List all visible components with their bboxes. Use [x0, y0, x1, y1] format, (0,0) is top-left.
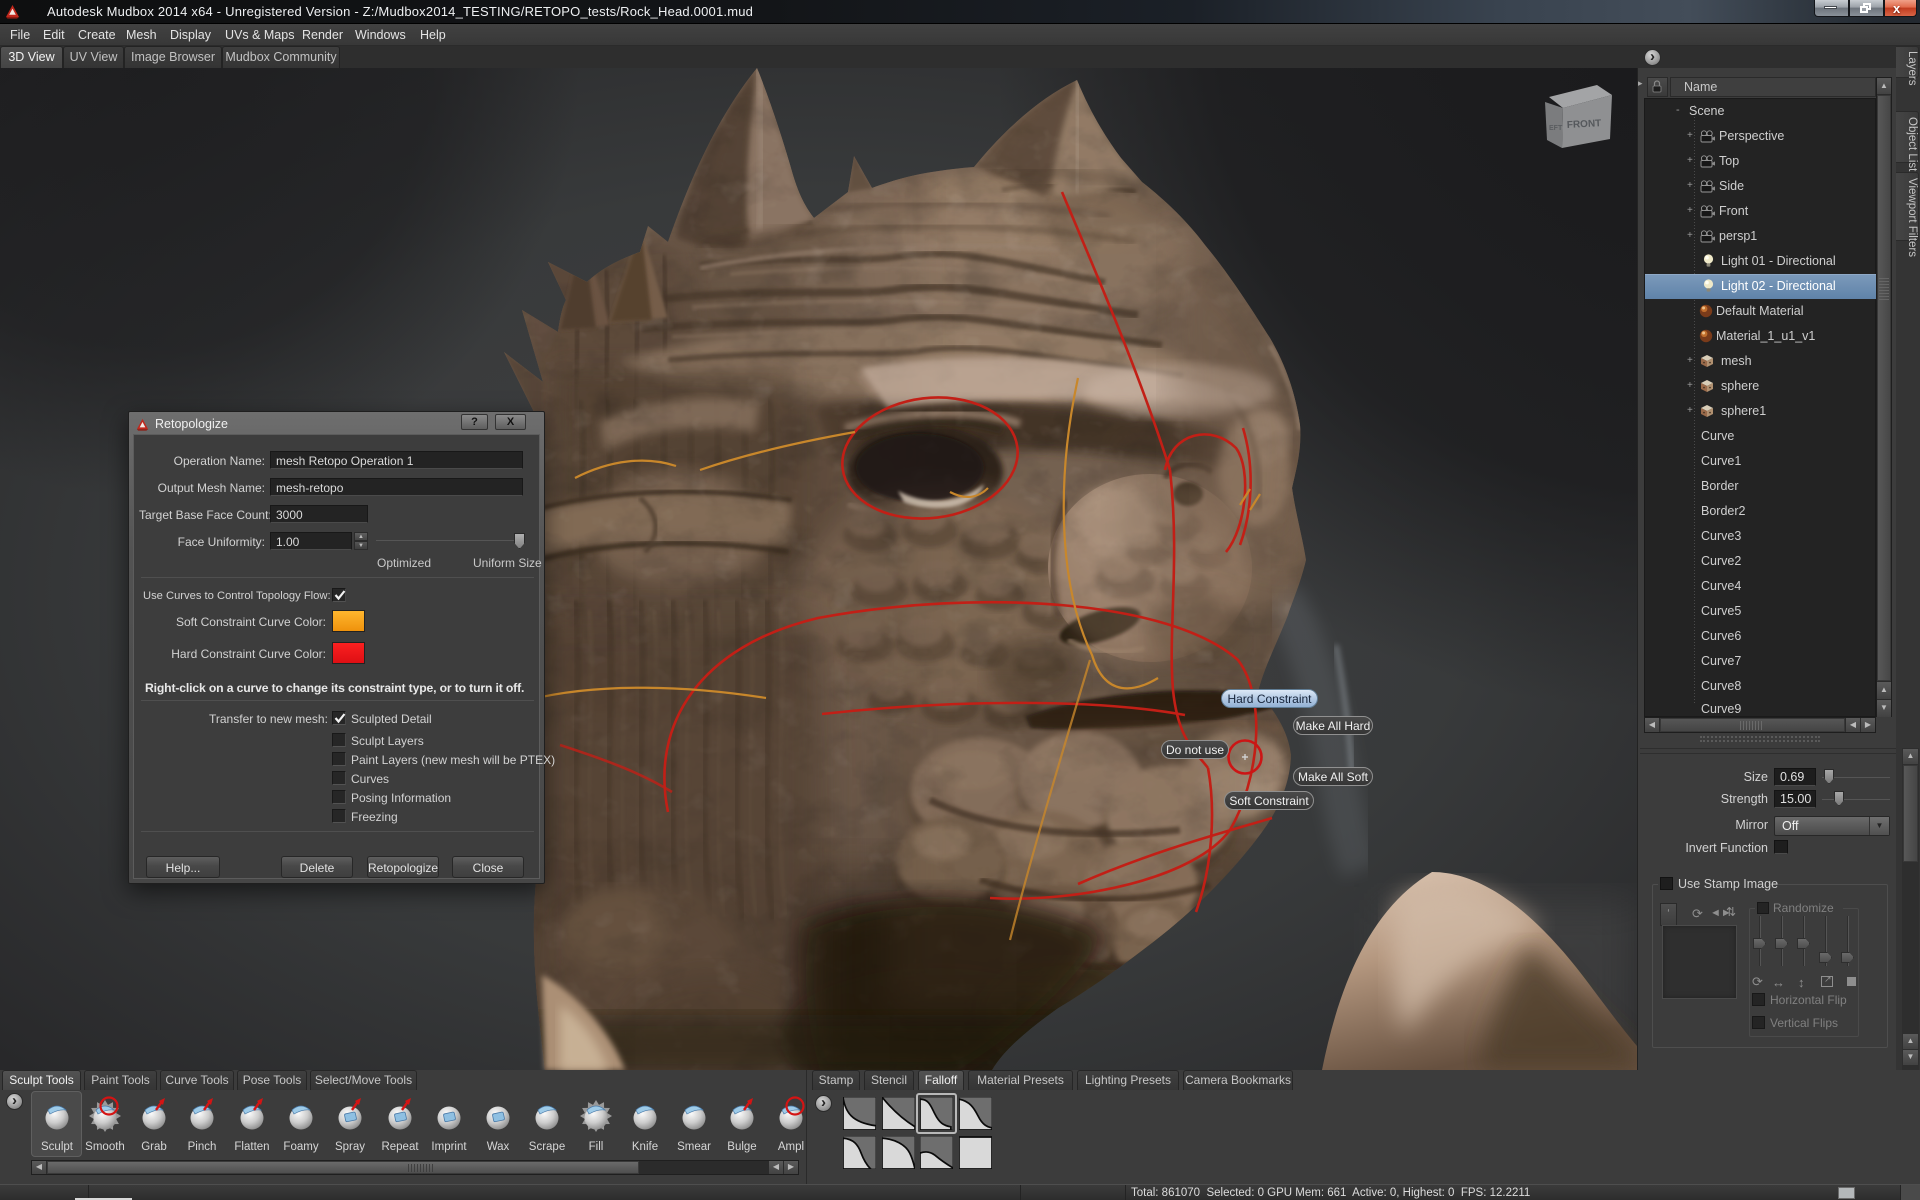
svg-text:EFT: EFT: [1549, 125, 1563, 132]
svg-text:FRONT: FRONT: [1567, 118, 1602, 131]
